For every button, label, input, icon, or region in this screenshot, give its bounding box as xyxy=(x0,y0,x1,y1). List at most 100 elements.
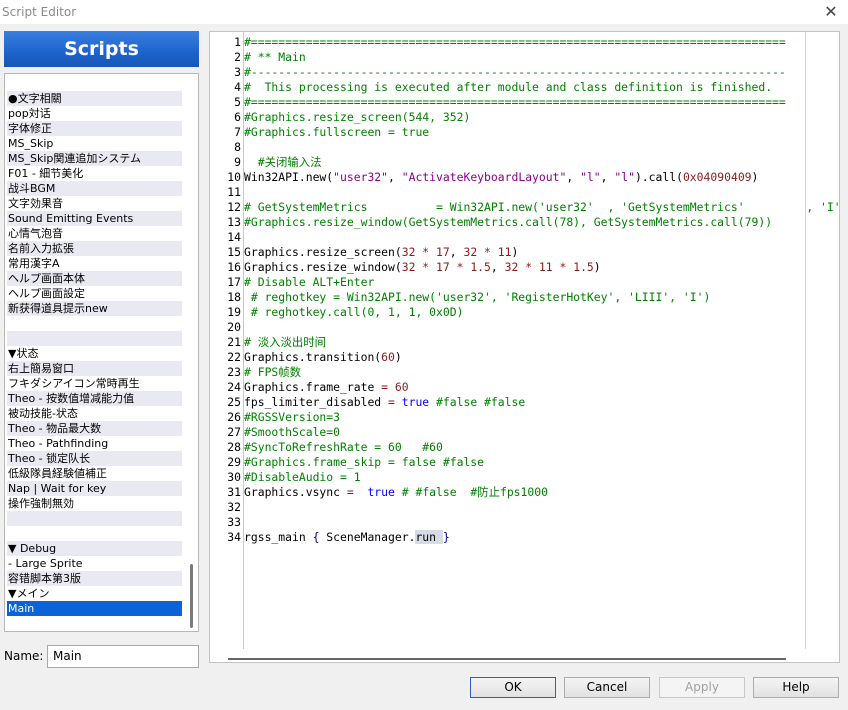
code-line[interactable]: 5 #======================================… xyxy=(210,95,786,110)
code-text: #Graphics.frame_skip = false #false xyxy=(241,455,484,470)
code-line[interactable]: 28 #SyncToRefreshRate = 60 #60 xyxy=(210,440,443,455)
code-text: Graphics.resize_screen(32 * 17, 32 * 11) xyxy=(241,245,518,260)
code-line[interactable]: 32 xyxy=(210,500,244,515)
ok-button[interactable]: OK xyxy=(470,677,556,698)
script-list-item[interactable]: Sound Emitting Events xyxy=(7,211,182,226)
script-list-item[interactable] xyxy=(7,331,182,346)
code-line[interactable]: 29 #Graphics.frame_skip = false #false xyxy=(210,455,484,470)
code-text: #DisableAudio = 1 xyxy=(241,470,361,485)
script-list-item[interactable]: ▼状态 xyxy=(7,346,182,361)
code-line[interactable]: 21 # 淡入淡出时间 xyxy=(210,335,326,350)
script-list-item[interactable] xyxy=(7,511,182,526)
code-token: run xyxy=(415,530,443,544)
script-list-item[interactable]: 常用漢字A xyxy=(7,256,182,271)
code-line[interactable]: 14 xyxy=(210,230,244,245)
line-number: 20 xyxy=(227,320,241,334)
code-line[interactable]: 3 #--------------------------------------… xyxy=(210,65,786,80)
code-token: 32 xyxy=(463,245,478,259)
code-line[interactable]: 8 xyxy=(210,140,244,155)
script-list-item[interactable]: 低級隊員経験値補正 xyxy=(7,466,182,481)
code-line[interactable]: 34 rgss_main { SceneManager.run } xyxy=(210,530,450,545)
script-list-item[interactable]: MS_Skip xyxy=(7,136,182,151)
code-line[interactable]: 24 Graphics.frame_rate = 60 xyxy=(210,380,408,395)
code-text: # Disable ALT+Enter xyxy=(241,275,374,290)
script-list-item[interactable]: 文字効果音 xyxy=(7,196,182,211)
script-list-item[interactable]: Theo - 按数值增减能力值 xyxy=(7,391,182,406)
script-list-item[interactable]: 字体修正 xyxy=(7,121,182,136)
code-line[interactable]: 7 #Graphics.fullscreen = true xyxy=(210,125,429,140)
help-button[interactable]: Help xyxy=(753,677,839,698)
script-list-item[interactable]: 操作強制無効 xyxy=(7,496,182,511)
code-line[interactable]: 19 # reghotkey.call(0, 1, 1, 0x0D) xyxy=(210,305,463,320)
close-icon[interactable]: ✕ xyxy=(818,0,844,24)
code-line[interactable]: 10 Win32API.new("user32", "ActivateKeyboa… xyxy=(210,170,758,185)
code-line[interactable]: 4 # This processing is executed after mod… xyxy=(210,80,772,95)
script-list-item[interactable]: 容错脚本第3版 xyxy=(7,571,182,586)
script-list-item[interactable]: 名前入力拡張 xyxy=(7,241,182,256)
script-list-item[interactable]: フキダシアイコン常時再生 xyxy=(7,376,182,391)
code-line[interactable]: 18 # reghotkey = Win32API.new('user32', … xyxy=(210,290,710,305)
code-line[interactable]: 11 xyxy=(210,185,244,200)
code-line[interactable]: 26 #RGSSVersion=3 xyxy=(210,410,340,425)
script-list-item[interactable]: 被动技能-状态 xyxy=(7,406,182,421)
code-line[interactable]: 9 #关闭输入法 xyxy=(210,155,322,170)
code-line[interactable]: 2 # ** Main xyxy=(210,50,306,65)
script-list-item[interactable]: MS_Skip関連追加システム xyxy=(7,151,182,166)
code-line[interactable]: 31 Graphics.vsync = true # #false #防止fps1… xyxy=(210,485,548,500)
script-list-item[interactable]: ヘルプ画面本体 xyxy=(7,271,182,286)
script-list-item[interactable]: 心情气泡音 xyxy=(7,226,182,241)
code-line[interactable]: 15 Graphics.resize_screen(32 * 17, 32 * 1… xyxy=(210,245,518,260)
code-line[interactable]: 6 #Graphics.resize_screen(544, 352) xyxy=(210,110,470,125)
name-field[interactable]: Main xyxy=(47,645,199,668)
line-number: 18 xyxy=(227,290,241,304)
script-list-item[interactable]: 右上簡易窗口 xyxy=(7,361,182,376)
script-list-item[interactable] xyxy=(7,526,182,541)
line-number: 28 xyxy=(227,440,241,454)
script-list-item[interactable]: pop対话 xyxy=(7,106,182,121)
code-line[interactable]: 33 xyxy=(210,515,244,530)
code-token: "user32" xyxy=(333,170,389,184)
code-token: ) xyxy=(394,350,402,364)
script-list-item[interactable]: 战斗BGM xyxy=(7,181,182,196)
line-number: 15 xyxy=(227,245,241,259)
code-editor[interactable]: 1 #======================================… xyxy=(209,31,840,663)
script-list-item[interactable]: Theo - Pathfinding xyxy=(7,436,182,451)
script-list-item[interactable]: F01 - 細节美化 xyxy=(7,166,182,181)
code-line[interactable]: 13 #Graphics.resize_window(GetSystemMetri… xyxy=(210,215,772,230)
code-line[interactable]: 23 # FPS帧数 xyxy=(210,365,301,380)
code-line[interactable]: 17 # Disable ALT+Enter xyxy=(210,275,374,290)
script-list-item[interactable] xyxy=(7,76,182,91)
script-list-scrollbar[interactable] xyxy=(190,564,193,628)
code-line[interactable]: 27 #SmoothScale=0 xyxy=(210,425,340,440)
line-number: 3 xyxy=(234,65,241,79)
cancel-button[interactable]: Cancel xyxy=(564,677,650,698)
editor-horizontal-scrollbar[interactable] xyxy=(228,658,786,660)
script-list-item-selected[interactable]: Main xyxy=(7,601,182,616)
script-list-item[interactable]: Theo - 锁定队长 xyxy=(7,451,182,466)
line-number: 21 xyxy=(227,335,241,349)
code-token: * xyxy=(552,260,574,274)
script-list-item[interactable]: Nap | Wait for key xyxy=(7,481,182,496)
code-line[interactable]: 1 #======================================… xyxy=(210,35,786,50)
script-list-item[interactable]: ヘルプ画面設定 xyxy=(7,286,182,301)
apply-button[interactable]: Apply xyxy=(659,677,745,698)
code-line[interactable]: 12 # GetSystemMetrics = Win32API.new('use… xyxy=(210,200,839,215)
line-number: 31 xyxy=(227,485,241,499)
code-text: #关闭输入法 xyxy=(241,155,322,170)
code-line[interactable]: 30 #DisableAudio = 1 xyxy=(210,470,361,485)
code-text: # reghotkey.call(0, 1, 1, 0x0D) xyxy=(241,305,464,320)
code-line[interactable]: 16 Graphics.resize_window(32 * 17 * 1.5, … xyxy=(210,260,600,275)
script-list-item[interactable]: 新获得道具提示new xyxy=(7,301,182,316)
code-line[interactable]: 20 xyxy=(210,320,244,335)
script-list[interactable]: ●文字相關 pop対话 字体修正 MS_Skip MS_Skip関連追加システム F01 … xyxy=(4,73,199,632)
script-list-item[interactable]: ▼ Debug xyxy=(7,541,182,556)
script-list-item[interactable]: Theo - 物品最大数 xyxy=(7,421,182,436)
code-line[interactable]: 22 Graphics.transition(60) xyxy=(210,350,402,365)
code-text: #Graphics.resize_window(GetSystemMetrics… xyxy=(241,215,772,230)
script-list-item[interactable]: ▼メイン xyxy=(7,586,182,601)
code-line[interactable]: 25 fps_limiter_disabled = true #false #fa… xyxy=(210,395,525,410)
script-list-item[interactable]: ●文字相關 xyxy=(7,91,182,106)
script-list-item[interactable] xyxy=(7,316,182,331)
code-token: * xyxy=(415,245,437,259)
script-list-item[interactable]: - Large Sprite xyxy=(7,556,182,571)
